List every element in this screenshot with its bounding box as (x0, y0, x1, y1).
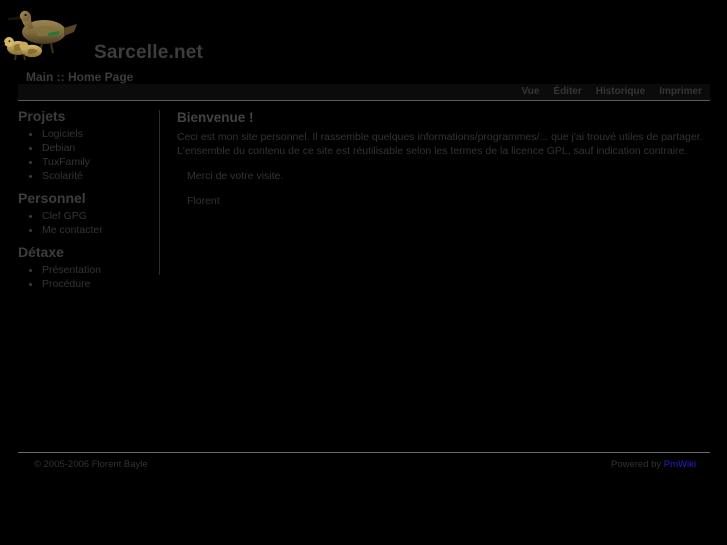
page-footer: © 2005-2006 Florent Bayle Powered by PmW… (18, 452, 710, 477)
site-title: Sarcelle.net (94, 42, 204, 63)
pmwiki-link[interactable]: PmWiki (664, 459, 696, 470)
copyright-text: © 2005-2006 Florent Bayle (34, 459, 148, 470)
thanks-line: Merci de votre visite. (187, 170, 284, 182)
bullet-icon (29, 161, 32, 164)
sidebar-item-logiciels[interactable]: Logiciels (18, 127, 159, 141)
sidebar-list-projets: Logiciels Debian TuxFamily Scolarité (18, 127, 159, 183)
sidebar-item-debian[interactable]: Debian (18, 141, 159, 155)
sidebar-heading-personnel: Personnel (18, 190, 86, 206)
bullet-icon (29, 229, 32, 232)
sidebar-item-label: Logiciels (42, 128, 83, 140)
bullet-icon (29, 215, 32, 218)
breadcrumb: Main :: Home Page (26, 70, 134, 84)
sidebar-item-procedure[interactable]: Procédure (18, 277, 159, 291)
nav-link-imprimer[interactable]: Imprimer (659, 85, 702, 99)
signature-line: Florent (187, 195, 220, 207)
action-bar: Vue Éditer Historique Imprimer (18, 84, 710, 101)
powered-by-prefix: Powered by (610, 459, 664, 470)
nav-link-historique[interactable]: Historique (596, 85, 645, 99)
sidebar-heading-detaxe: Détaxe (18, 244, 64, 260)
sidebar-item-label: Clef GPG (42, 210, 87, 222)
sidebar-item-me-contacter[interactable]: Me contacter (18, 223, 159, 237)
bullet-icon (29, 175, 32, 178)
sidebar-item-label: Présentation (42, 264, 101, 276)
sidebar-item-label: Debian (42, 142, 76, 154)
powered-by: Powered by PmWiki (611, 459, 696, 470)
sidebar-item-scolarite[interactable]: Scolarité (18, 169, 159, 183)
sidebar-list-detaxe: Présentation Procédure (18, 263, 159, 291)
sidebar-item-label: Scolarité (42, 170, 83, 182)
nav-link-vue[interactable]: Vue (521, 85, 539, 99)
bullet-icon (29, 133, 32, 136)
page-title: Bienvenue ! (177, 110, 254, 125)
nav-link-editer[interactable]: Éditer (553, 85, 581, 99)
intro-line-2: L'ensemble du contenu de ce site est réu… (177, 145, 688, 157)
sidebar-item-label: TuxFamily (42, 156, 91, 168)
sidebar-item-tuxfamily[interactable]: TuxFamily (18, 155, 159, 169)
page-header: Sarcelle.net Main :: Home Page (0, 0, 727, 84)
bullet-icon (29, 147, 32, 150)
main-content: Bienvenue ! Ceci est mon site personnel.… (177, 110, 707, 208)
sidebar-item-clef-gpg[interactable]: Clef GPG (18, 209, 159, 223)
sidebar-item-label: Procédure (42, 278, 91, 290)
intro-line-1: Ceci est mon site personnel. Il rassembl… (177, 131, 703, 143)
action-links: Vue Éditer Historique Imprimer (521, 85, 702, 99)
teal-duck-logo-icon (1, 6, 78, 64)
bullet-icon (29, 269, 32, 272)
bullet-icon (29, 283, 32, 286)
sidebar-item-presentation[interactable]: Présentation (18, 263, 159, 277)
sidebar: Projets Logiciels Debian TuxFamily Scola… (18, 108, 159, 291)
sidebar-heading-projets: Projets (18, 108, 66, 124)
sidebar-list-personnel: Clef GPG Me contacter (18, 209, 159, 237)
sidebar-divider (159, 110, 160, 275)
sidebar-item-label: Me contacter (42, 224, 103, 236)
